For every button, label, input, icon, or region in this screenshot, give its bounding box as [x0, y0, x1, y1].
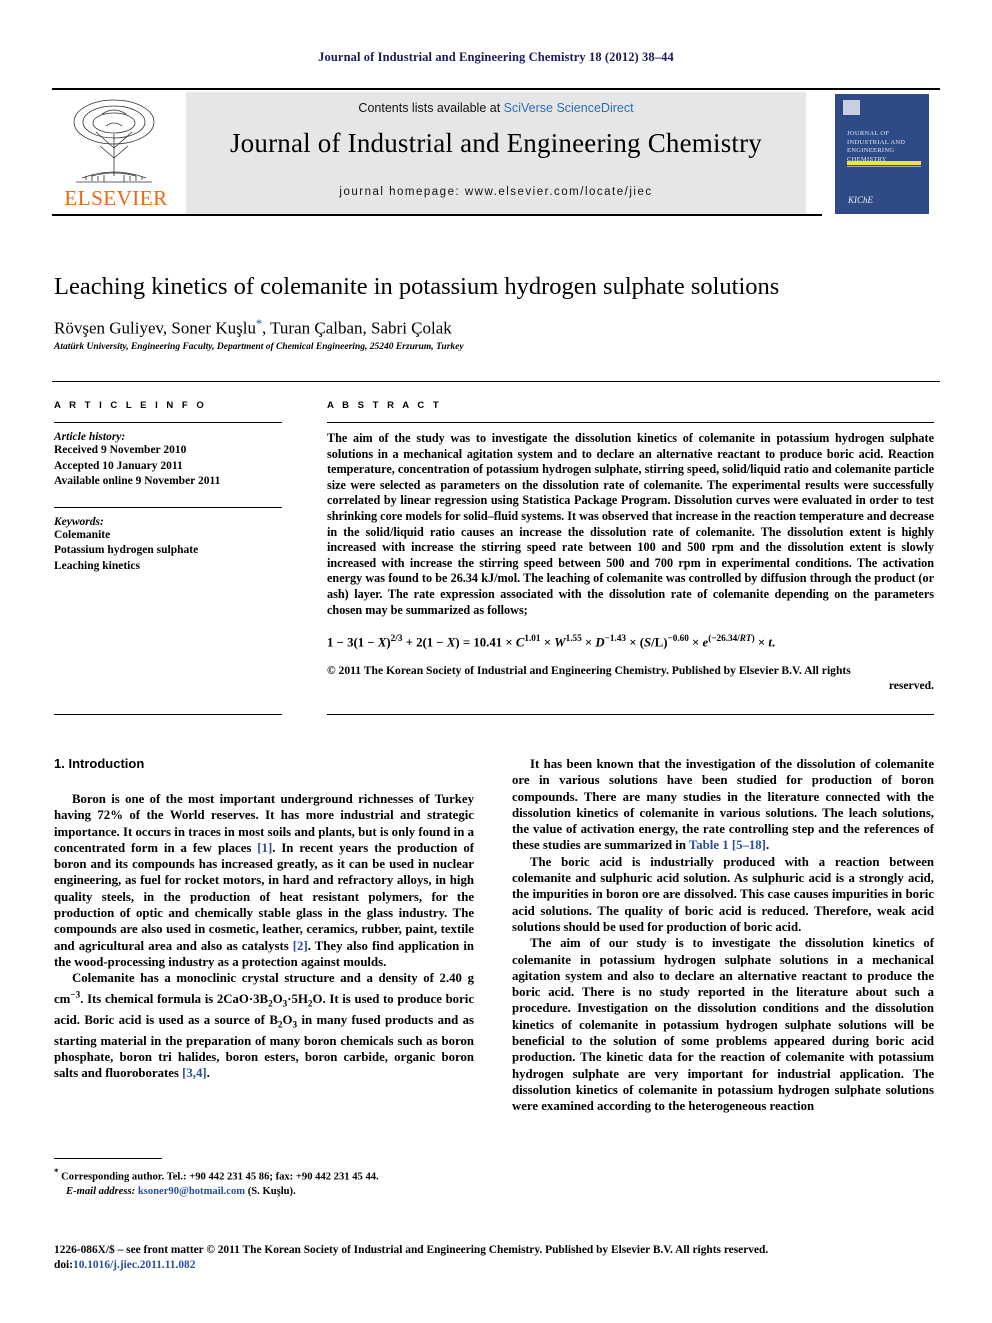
abstract-text: The aim of the study was to investigate …: [327, 431, 934, 617]
paragraph-text: Colemanite has a monoclinic crystal stru…: [54, 971, 474, 1081]
history-available-online: Available online 9 November 2011: [54, 475, 221, 487]
article-history-label: Article history:: [54, 431, 126, 443]
abstract-heading: A B S T R A C T: [327, 400, 442, 411]
journal-masthead: ELSEVIER Contents lists available at Sci…: [52, 88, 942, 216]
paper-title: Leaching kinetics of colemanite in potas…: [54, 273, 780, 300]
keyword-item: Colemanite: [54, 528, 111, 541]
cover-journal-title: Journal of Industrial and Engineering Ch…: [847, 130, 906, 163]
copyright-text: © 2011 The Korean Society of Industrial …: [327, 664, 851, 678]
paragraph: Colemanite has a monoclinic crystal stru…: [54, 970, 474, 1081]
paragraph: Boron is one of the most important under…: [54, 791, 474, 970]
masthead-band: Contents lists available at SciVerse Sci…: [186, 92, 806, 214]
footnote-contact: * Corresponding author. Tel.: +90 442 23…: [54, 1165, 474, 1199]
footnote-star-marker: *: [54, 1167, 59, 1177]
author-list: Rövşen Guliyev, Soner Kuşlu*, Turan Çalb…: [54, 316, 934, 339]
authors-tail: , Turan Çalban, Sabri Çolak: [261, 318, 452, 338]
footer-front-matter: 1226-086X/$ – see front matter © 2011 Th…: [54, 1244, 769, 1256]
footnote-email-owner: (S. Kuşlu).: [247, 1185, 296, 1197]
contents-available-line: Contents lists available at SciVerse Sci…: [186, 101, 806, 115]
abstract-equation: 1 − 3(1 − X)2/3 + 2(1 − X) = 10.41 × C1.…: [327, 633, 776, 650]
sciencedirect-link[interactable]: SciVerse ScienceDirect: [504, 101, 634, 115]
corresponding-author-footnote: * Corresponding author. Tel.: +90 442 23…: [54, 1158, 474, 1199]
elsevier-tree-icon: [73, 99, 155, 183]
cover-artwork: Journal of Industrial and Engineering Ch…: [835, 94, 929, 214]
body-right-column: It has been known that the investigation…: [512, 756, 934, 1115]
abstract-rule: [327, 422, 934, 423]
cover-divider: [847, 166, 921, 167]
cover-society-mark: KIChE: [848, 195, 874, 205]
keywords-block: Keywords: Colemanite Potassium hydrogen …: [54, 516, 282, 575]
reference-link[interactable]: [1]: [257, 841, 272, 855]
authors-head: Rövşen Guliyev, Soner Kuşlu: [54, 318, 256, 338]
elsevier-wordmark: ELSEVIER: [64, 186, 168, 210]
keyword-item: Potassium hydrogen sulphate: [54, 544, 199, 556]
footnote-email-link[interactable]: ksoner90@hotmail.com: [138, 1186, 245, 1197]
paragraph: The aim of our study is to investigate t…: [512, 935, 934, 1114]
article-info-column: A R T I C L E I N F O Article history: R…: [54, 400, 282, 574]
doi-link[interactable]: 10.1016/j.jiec.2011.11.082: [73, 1259, 195, 1271]
abstract-bottom-divider: [327, 714, 934, 715]
journal-cover-thumbnail: Journal of Industrial and Engineering Ch…: [822, 92, 942, 216]
running-head: Journal of Industrial and Engineering Ch…: [318, 50, 674, 64]
reference-link[interactable]: [5–18]: [732, 838, 766, 852]
contents-prefix: Contents lists available at: [358, 101, 504, 115]
paragraph-text: The aim of our study is to investigate t…: [512, 936, 934, 1114]
info-bottom-divider: [54, 714, 282, 715]
page-footer: 1226-086X/$ – see front matter © 2011 Th…: [54, 1243, 934, 1273]
footnote-email-label: E-mail address:: [66, 1185, 136, 1197]
elsevier-logo: ELSEVIER: [52, 94, 178, 214]
footer-doi: doi:10.1016/j.jiec.2011.11.082: [54, 1258, 934, 1273]
elsevier-mark-icon: [843, 100, 860, 115]
reference-link[interactable]: [3,4]: [182, 1066, 207, 1080]
journal-homepage-link[interactable]: journal homepage: www.elsevier.com/locat…: [186, 186, 806, 198]
paper-page: Journal of Industrial and Engineering Ch…: [0, 0, 992, 1323]
paragraph-text: It has been known that the investigation…: [512, 757, 934, 853]
reference-link[interactable]: [2]: [293, 939, 308, 953]
journal-title: Journal of Industrial and Engineering Ch…: [229, 128, 763, 158]
doi-label: doi:: [54, 1259, 73, 1271]
article-history-block: Article history: Received 9 November 201…: [54, 431, 282, 490]
paragraph-text: The boric acid is industrially produced …: [512, 854, 934, 934]
paragraph-text: Boron is one of the most important under…: [54, 792, 475, 969]
footnote-phone-fax: Corresponding author. Tel.: +90 442 231 …: [61, 1171, 379, 1183]
abstract-copyright: © 2011 The Korean Society of Industrial …: [327, 663, 934, 693]
copyright-tail: reserved.: [888, 679, 934, 693]
keyword-item: Leaching kinetics: [54, 559, 140, 572]
title-divider: [52, 381, 940, 382]
section-heading-introduction: 1. Introduction: [54, 756, 145, 771]
history-accepted: Accepted 10 January 2011: [54, 459, 183, 472]
history-received: Received 9 November 2010: [54, 444, 187, 456]
abstract-column: A B S T R A C T The aim of the study was…: [327, 400, 934, 693]
keywords-label: Keywords:: [54, 515, 104, 528]
body-left-column: 1. Introduction Boron is one of the most…: [54, 756, 474, 1081]
affiliation: Atatürk University, Engineering Faculty,…: [54, 342, 464, 352]
table-link[interactable]: Table 1: [689, 838, 729, 852]
paragraph: It has been known that the investigation…: [512, 756, 934, 854]
keywords-rule: [54, 506, 282, 508]
cover-accent-bar: [847, 161, 921, 165]
paragraph: The boric acid is industrially produced …: [512, 854, 934, 935]
article-info-rule: [54, 422, 282, 423]
footnote-rule: [54, 1158, 162, 1159]
article-info-heading: A R T I C L E I N F O: [54, 400, 207, 411]
